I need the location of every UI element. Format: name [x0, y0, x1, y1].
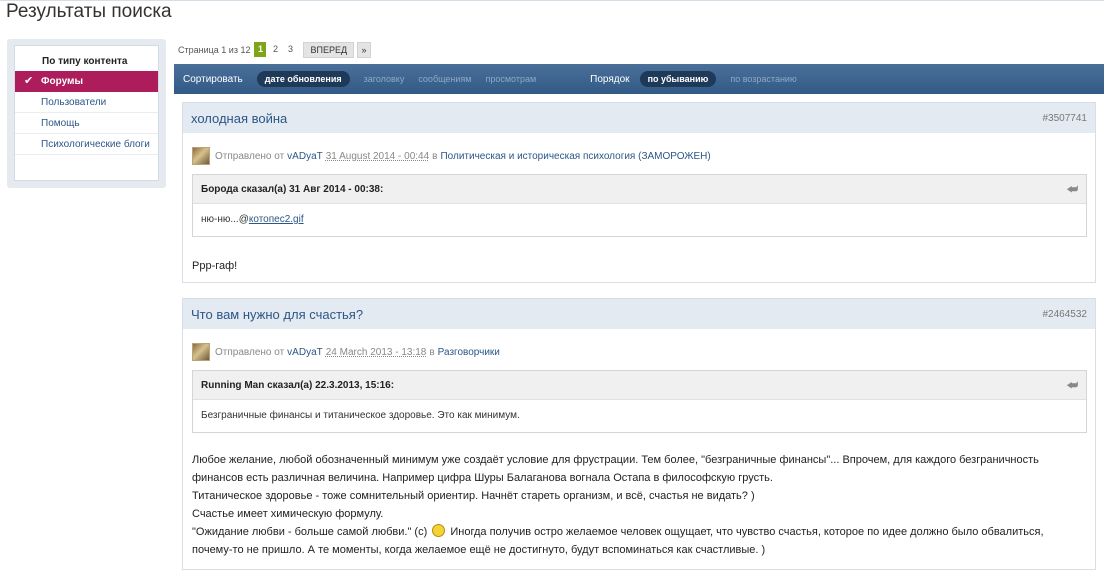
author-link[interactable]: vADyaT [287, 151, 323, 162]
sort-by-title[interactable]: заголовку [364, 74, 405, 84]
post-date: 24 March 2013 - 13:18 [325, 346, 427, 358]
filter-item-label: Психологические блоги [41, 139, 150, 150]
avatar[interactable] [192, 343, 210, 361]
next-page-button[interactable]: ВПЕРЕД [303, 41, 355, 58]
author-link[interactable]: vADyaT [287, 347, 323, 358]
view-quote-icon[interactable]: ⮨ [1067, 182, 1078, 197]
sort-by-updated[interactable]: дате обновления [256, 71, 350, 87]
sort-bar: Сортировать дате обновления заголовку со… [174, 64, 1104, 94]
in-word: в [429, 346, 435, 358]
post-text: Ррр-гаф! [192, 260, 238, 272]
result-header: холодная война #3507741 [183, 103, 1095, 133]
filter-heading: По типу контента [42, 56, 128, 67]
order-descending[interactable]: по убыванию [639, 71, 717, 87]
in-word: в [432, 150, 438, 162]
quote-author: Running Man сказал(а) 22.3.2013, 15:16: [201, 379, 395, 391]
quote-block: Борода сказал(а) 31 Авг 2014 - 00:38: ⮨ … [192, 174, 1087, 237]
quote-text: ню-ню... [201, 214, 239, 225]
last-page-button[interactable]: » [357, 41, 372, 58]
avatar[interactable] [192, 147, 210, 165]
quote-author: Борода сказал(а) 31 Авг 2014 - 00:38: [201, 183, 384, 195]
filter-item-help[interactable]: Помощь [15, 113, 158, 134]
filter-list: По типу контента ✔ Форумы Пользователи П… [14, 45, 159, 181]
post-meta: Отправлено от vADyaT 24 March 2013 - 13:… [192, 343, 1095, 361]
post-line: Титаническое здоровье - тоже сомнительны… [192, 490, 755, 502]
filter-item-label: Помощь [41, 118, 80, 129]
search-result: холодная война #3507741 Отправлено от vA… [182, 102, 1096, 283]
page-3-button[interactable]: 3 [284, 42, 296, 57]
filter-item-label: Пользователи [41, 97, 107, 108]
post-line: "Ожидание любви - больше самой любви." (… [192, 523, 1086, 559]
sent-prefix: Отправлено от [215, 150, 285, 162]
quote-line: "Ожидание любви - больше самой любви." (… [192, 526, 428, 538]
page-2-button[interactable]: 2 [269, 42, 281, 57]
quote-body: ню-ню...@котопес2.gif [193, 204, 1086, 236]
filter-item-forums[interactable]: ✔ Форумы [15, 71, 158, 92]
result-id-link[interactable]: #2464532 [1043, 309, 1088, 320]
attachment-icon: @ [238, 214, 249, 225]
quote-header: Борода сказал(а) 31 Авг 2014 - 00:38: ⮨ [193, 175, 1086, 204]
sort-label: Сортировать [183, 73, 243, 85]
quote-block: Running Man сказал(а) 22.3.2013, 15:16: … [192, 370, 1087, 433]
post-text: Любое желание, любой обозначенный миниму… [192, 451, 1086, 559]
post-line: Счастье имеет химическую формулу. [192, 508, 384, 520]
forum-link[interactable]: Политическая и историческая психология (… [440, 151, 710, 162]
filter-item-users[interactable]: Пользователи [15, 92, 158, 113]
page-1-button[interactable]: 1 [254, 42, 267, 57]
page-title: Результаты поиска [6, 1, 172, 22]
result-header: Что вам нужно для счастья? #2464532 [183, 299, 1095, 329]
quote-text: Безграничные финансы и титаническое здор… [201, 410, 520, 421]
sent-prefix: Отправлено от [215, 346, 285, 358]
post-meta: Отправлено от vADyaT 31 August 2014 - 00… [192, 147, 1095, 165]
result-title-link[interactable]: Что вам нужно для счастья? [191, 307, 363, 322]
post-date: 31 August 2014 - 00:44 [325, 150, 430, 162]
pagination: Страница 1 из 12 1 2 3 ВПЕРЕД » [178, 41, 372, 58]
forum-link[interactable]: Разговорчики [438, 347, 500, 358]
order-label: Порядок [590, 73, 630, 85]
post-line: Любое желание, любой обозначенный миниму… [192, 454, 1039, 484]
result-title-link[interactable]: холодная война [191, 111, 287, 126]
quote-header: Running Man сказал(а) 22.3.2013, 15:16: … [193, 371, 1086, 400]
checkmark-icon: ✔ [24, 75, 34, 87]
sort-by-posts[interactable]: сообщениям [418, 74, 471, 84]
sort-by-views[interactable]: просмотрам [485, 74, 536, 84]
search-result: Что вам нужно для счастья? #2464532 Отпр… [182, 298, 1096, 570]
order-ascending[interactable]: по возрастанию [730, 74, 796, 84]
view-quote-icon[interactable]: ⮨ [1067, 378, 1078, 393]
smiley-icon [432, 524, 446, 537]
result-id-link[interactable]: #3507741 [1043, 113, 1088, 124]
page-counter: Страница 1 из 12 [178, 44, 251, 55]
filter-item-blogs[interactable]: Психологические блоги [15, 134, 158, 155]
content-type-filter: По типу контента ✔ Форумы Пользователи П… [7, 39, 166, 188]
filter-item-label: Форумы [41, 76, 83, 87]
attachment-link[interactable]: котопес2.gif [249, 214, 304, 225]
quote-body: Безграничные финансы и титаническое здор… [193, 400, 1086, 432]
